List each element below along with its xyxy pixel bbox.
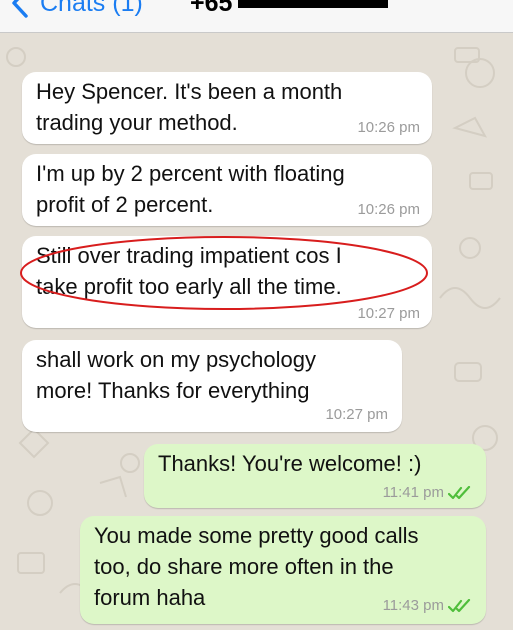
contact-number: +65 [190,0,233,17]
message-text: Thanks! You're welcome! :) [158,451,422,476]
message-bubble[interactable]: shall work on my psychology more! Thanks… [22,340,402,432]
message-timestamp: 10:26 pm [357,201,420,218]
message-timestamp: 10:26 pm [357,119,420,136]
red-circle-annotation [20,236,428,310]
contact-title[interactable]: +65 [190,0,389,18]
message-bubble[interactable]: I'm up by 2 percent with floating profit… [22,154,432,226]
message-timestamp: 10:27 pm [325,406,388,423]
message-text: shall work on my psychology more! Thanks… [36,347,317,403]
chat-header: Chats (1) +65 [0,0,513,33]
message-timestamp: 11:43 pm [382,597,444,614]
double-check-icon [448,599,471,613]
redaction-bar [238,0,389,8]
chevron-left-icon [12,0,28,18]
message-bubble[interactable]: Thanks! You're welcome! :) 11:41 pm [144,444,486,508]
message-bubble[interactable]: Hey Spencer. It's been a month trading y… [22,72,432,144]
double-check-icon [448,486,471,500]
back-label: Chats (1) [40,0,143,17]
back-button[interactable]: Chats (1) [10,0,143,18]
message-timestamp: 11:41 pm [382,484,444,501]
message-bubble[interactable]: You made some pretty good calls too, do … [80,516,486,624]
